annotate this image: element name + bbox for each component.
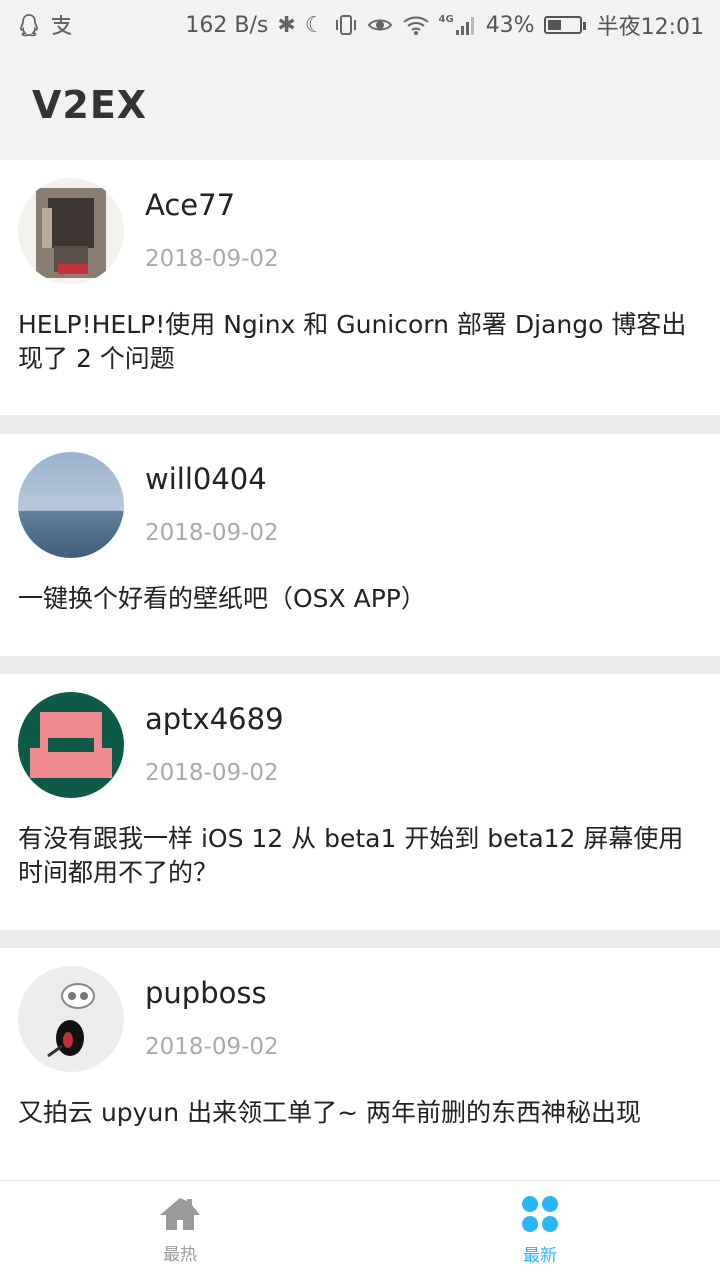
app-title: V2EX [32, 83, 148, 127]
moon-icon: ☾ [304, 12, 325, 38]
avatar[interactable] [18, 452, 124, 558]
battery-icon [543, 16, 586, 34]
status-left [18, 13, 73, 37]
qq-icon [20, 14, 38, 37]
wifi-icon [402, 16, 429, 35]
eye-icon [367, 19, 392, 31]
topic-card[interactable]: Ace77 2018-09-02 HELP!HELP!使用 Nginx 和 Gu… [0, 160, 720, 415]
avatar[interactable] [18, 178, 124, 284]
topic-card[interactable]: pupboss 2018-09-02 又拍云 upyun 出来领工单了~ 两年前… [0, 948, 720, 1180]
status-bar: 162 B/s ✱ ☾ 4G 43% 半夜12:01 [0, 0, 720, 50]
nav-tab-label: 最热 [163, 1245, 197, 1265]
topic-card[interactable]: will0404 2018-09-02 一键换个好看的壁纸吧（OSX APP） [0, 434, 720, 656]
post-date: 2018-09-02 [145, 760, 279, 786]
topic-list[interactable]: Ace77 2018-09-02 HELP!HELP!使用 Nginx 和 Gu… [0, 160, 720, 1180]
topic-title[interactable]: 有没有跟我一样 iOS 12 从 beta1 开始到 beta12 屏幕使用时间… [18, 822, 690, 890]
post-date: 2018-09-02 [145, 246, 279, 272]
signal-icon [455, 17, 474, 35]
network-speed: 162 B/s [185, 12, 269, 38]
app-bar: V2EX [0, 50, 720, 160]
status-right: 162 B/s ✱ ☾ 4G 43% 半夜12:01 [185, 9, 704, 41]
username[interactable]: will0404 [145, 462, 267, 496]
battery-percent: 43% [485, 12, 535, 38]
alipay-icon [52, 15, 72, 35]
avatar[interactable] [18, 966, 124, 1072]
nav-tab-label: 最新 [523, 1246, 557, 1266]
vibrate-icon [335, 15, 356, 35]
home-icon [160, 1198, 200, 1230]
battery-fill [547, 20, 561, 30]
topic-card[interactable]: aptx4689 2018-09-02 有没有跟我一样 iOS 12 从 bet… [0, 674, 720, 930]
bottom-nav: 最热 最新 [0, 1180, 720, 1280]
post-date: 2018-09-02 [145, 520, 279, 546]
username[interactable]: aptx4689 [145, 702, 284, 736]
username[interactable]: Ace77 [145, 188, 235, 222]
grid-icon [522, 1196, 558, 1232]
topic-title[interactable]: 又拍云 upyun 出来领工单了~ 两年前删的东西神秘出现 [18, 1096, 690, 1130]
clock: 半夜12:01 [596, 15, 704, 40]
post-date: 2018-09-02 [145, 1034, 279, 1060]
username[interactable]: pupboss [145, 976, 267, 1010]
network-type-badge: 4G [438, 14, 454, 25]
topic-title[interactable]: HELP!HELP!使用 Nginx 和 Gunicorn 部署 Django … [18, 308, 690, 376]
nav-tab-hot[interactable]: 最热 [0, 1181, 360, 1280]
topic-title[interactable]: 一键换个好看的壁纸吧（OSX APP） [18, 582, 690, 616]
bluetooth-icon: ✱ [277, 12, 296, 38]
nav-tab-new[interactable]: 最新 [360, 1181, 720, 1280]
signal-group: 4G [439, 14, 477, 36]
avatar[interactable] [18, 692, 124, 798]
